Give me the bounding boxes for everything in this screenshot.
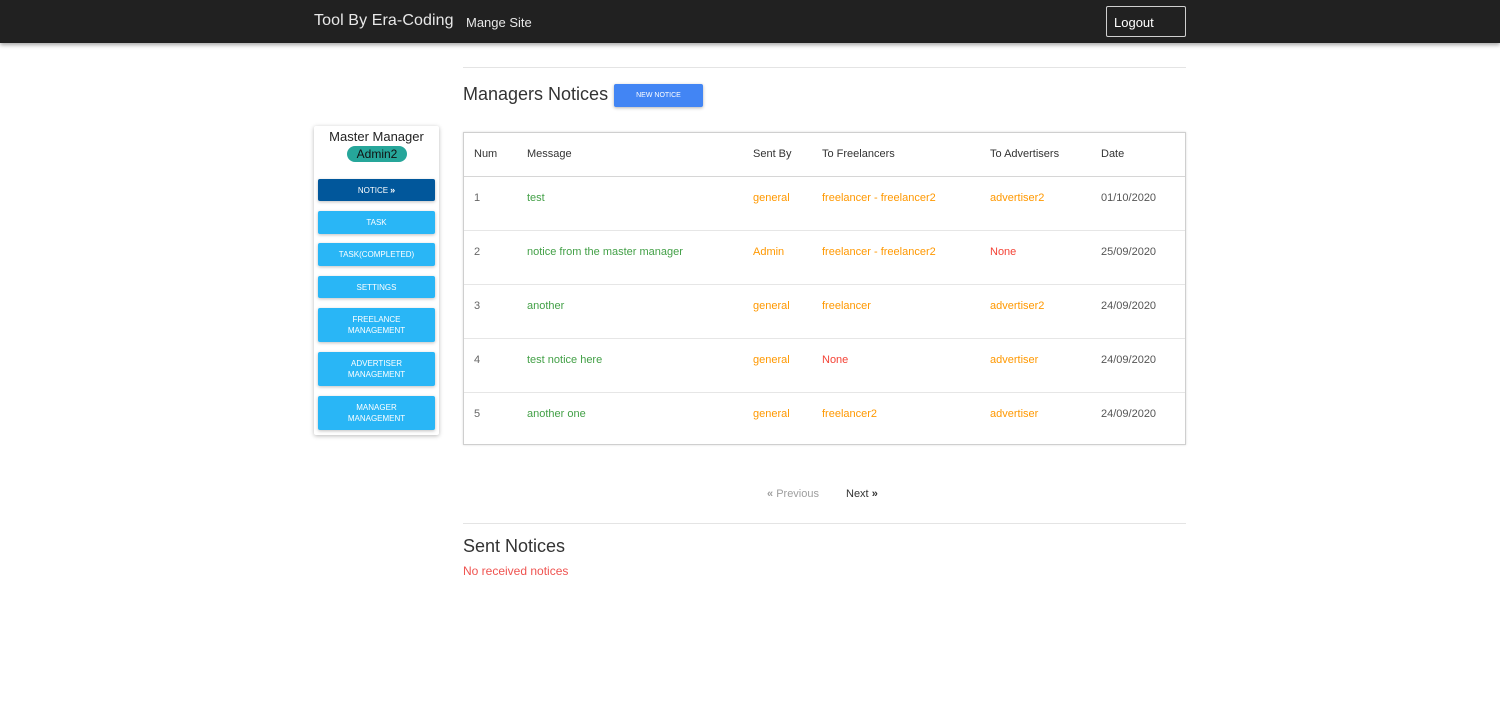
double-chevron-right-icon: » (390, 184, 396, 195)
cell-message: notice from the master manager (527, 245, 683, 258)
cell-date: 24/09/2020 (1101, 353, 1157, 366)
user-badge: Admin2 (347, 146, 407, 162)
cell-message: test notice here (527, 353, 603, 366)
cell-sent-by: general (753, 407, 790, 420)
cell-to-advertisers: advertiser (990, 353, 1039, 366)
cell-sent-by: general (753, 353, 790, 366)
cell-date: 24/09/2020 (1101, 407, 1157, 420)
column-header-date: Date (1091, 133, 1185, 177)
sidebar-item-label: Freelance Management (347, 315, 406, 335)
divider (463, 67, 1186, 68)
table-row: 4 test notice here general None advertis… (464, 338, 1185, 392)
cell-date: 01/10/2020 (1101, 191, 1157, 204)
cell-date: 24/09/2020 (1101, 299, 1157, 312)
pagination-next[interactable]: Next » (846, 488, 878, 500)
pagination-previous[interactable]: « Previous (767, 488, 819, 500)
sidebar-item-freelance-management[interactable]: Freelance Management (318, 308, 435, 342)
new-notice-button[interactable]: New Notice (614, 84, 703, 107)
empty-state-message: No received notices (463, 564, 569, 578)
sent-notices-title: Sent Notices (463, 536, 566, 556)
table-row: 5 another one general freelancer2 advert… (464, 392, 1185, 446)
column-header-message: Message (517, 133, 743, 177)
sidebar-item-settings[interactable]: Settings (318, 276, 435, 298)
cell-to-freelancers: freelancer (822, 299, 871, 312)
double-chevron-left-icon: « (767, 488, 774, 500)
table-row: 1 test general freelancer - freelancer2 … (464, 176, 1185, 230)
column-header-to-advertisers: To Advertisers (980, 133, 1091, 177)
cell-sent-by: general (753, 299, 790, 312)
cell-to-freelancers: freelancer - freelancer2 (822, 245, 936, 258)
brand-logo[interactable]: Tool By Era-Coding (314, 12, 454, 30)
cell-sent-by: Admin (753, 245, 785, 258)
table-row: 3 another general freelancer advertiser2… (464, 284, 1185, 338)
sidebar-item-advertiser-management[interactable]: Advertiser Management (318, 352, 435, 386)
sidebar-item-label: Manager Management (347, 403, 406, 423)
sidebar-card: Master Manager Admin2 Notice » Task Task… (314, 126, 439, 435)
pagination-previous-label: Previous (776, 488, 819, 500)
table-row: 2 notice from the master manager Admin f… (464, 230, 1185, 284)
page-title: Managers Notices (463, 84, 609, 104)
sidebar-item-label: Task (366, 218, 387, 227)
double-chevron-right-icon: » (871, 488, 878, 500)
sidebar-title: Master Manager (329, 129, 424, 144)
sidebar-item-label: Notice (357, 185, 389, 195)
sidebar-item-label: Advertiser Management (347, 359, 406, 379)
divider (463, 523, 1186, 524)
cell-to-advertisers: advertiser (990, 407, 1039, 420)
cell-num: 5 (474, 407, 481, 420)
notices-table: Num Message Sent By To Freelancers To Ad… (463, 132, 1186, 445)
cell-message: another one (527, 407, 586, 420)
cell-num: 1 (474, 191, 481, 204)
cell-to-freelancers: freelancer - freelancer2 (822, 191, 936, 204)
sidebar-item-notice[interactable]: Notice » (318, 179, 435, 201)
nav-link-manage-site[interactable]: Mange Site (466, 15, 532, 30)
logout-button[interactable]: Logout (1106, 6, 1186, 37)
cell-num: 4 (474, 353, 481, 366)
cell-sent-by: general (753, 191, 790, 204)
sidebar-item-task[interactable]: Task (318, 211, 435, 234)
cell-to-advertisers: advertiser2 (990, 299, 1045, 312)
cell-date: 25/09/2020 (1101, 245, 1157, 258)
cell-to-freelancers: None (822, 353, 849, 366)
column-header-num: Num (464, 133, 517, 177)
cell-num: 3 (474, 299, 481, 312)
cell-to-freelancers: freelancer2 (822, 407, 878, 420)
table-header-row: Num Message Sent By To Freelancers To Ad… (464, 133, 1185, 177)
cell-num: 2 (474, 245, 481, 258)
sidebar-item-task-completed[interactable]: Task(Completed) (318, 243, 435, 266)
column-header-sent-by: Sent By (743, 133, 812, 177)
cell-message: another (527, 299, 565, 312)
top-navbar: Tool By Era-Coding Mange Site Logout (0, 0, 1500, 43)
cell-to-advertisers: None (990, 245, 1017, 258)
sidebar-item-manager-management[interactable]: Manager Management (318, 396, 435, 430)
sidebar-item-label: Task(Completed) (338, 250, 415, 259)
sidebar-item-label: Settings (356, 282, 397, 292)
cell-message: test (527, 191, 545, 204)
cell-to-advertisers: advertiser2 (990, 191, 1045, 204)
column-header-to-freelancers: To Freelancers (812, 133, 980, 177)
pagination-next-label: Next (846, 488, 869, 500)
